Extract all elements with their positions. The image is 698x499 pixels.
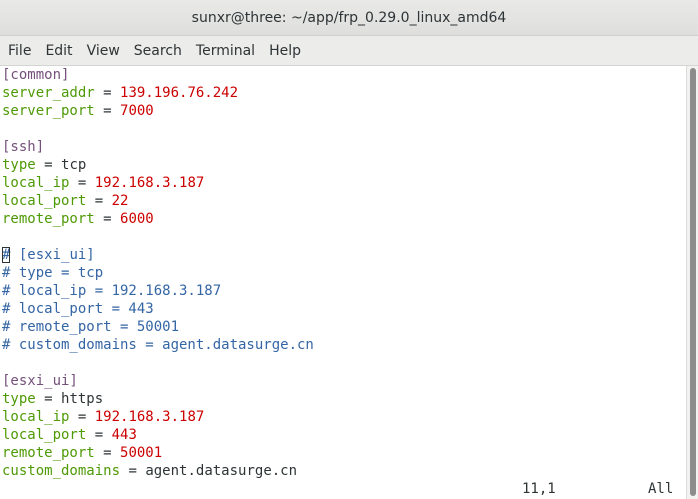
config-value: agent.datasurge.cn	[145, 463, 298, 479]
editor-line: # local_port = 443	[0, 300, 686, 318]
editor-line: # custom_domains = agent.datasurge.cn	[0, 336, 686, 354]
window-title: sunxr@three: ~/app/frp_0.29.0_linux_amd6…	[191, 9, 507, 26]
section-header: [common]	[2, 67, 70, 83]
comment-text: [esxi_ui]	[10, 247, 95, 263]
editor-line: local_port = 443	[0, 426, 686, 444]
comment-text: # local_port = 443	[2, 301, 154, 317]
config-key: type	[2, 391, 36, 407]
menu-file[interactable]: File	[1, 37, 38, 65]
equals-sign: =	[94, 103, 121, 119]
editor-line: # type = tcp	[0, 264, 686, 282]
equals-sign: =	[69, 409, 95, 425]
config-value: 50001	[120, 445, 163, 461]
editor-line: # remote_port = 50001	[0, 318, 686, 336]
equals-sign: =	[86, 193, 112, 209]
config-value: tcp	[61, 157, 87, 173]
section-header: [ssh]	[2, 139, 45, 155]
config-value: 192.168.3.187	[94, 409, 205, 425]
window-titlebar[interactable]: sunxr@three: ~/app/frp_0.29.0_linux_amd6…	[0, 0, 698, 36]
editor-line: server_addr = 139.196.76.242	[0, 84, 686, 102]
terminal-area[interactable]: [common] server_addr = 139.196.76.242 serv…	[0, 66, 686, 499]
menu-terminal[interactable]: Terminal	[189, 37, 262, 65]
editor-line: local_port = 22	[0, 192, 686, 210]
comment-text: # custom_domains = agent.datasurge.cn	[2, 337, 314, 353]
cursor-position: 11,1	[522, 481, 556, 497]
equals-sign: =	[94, 211, 121, 227]
config-value: 6000	[120, 211, 154, 227]
equals-sign: =	[94, 445, 121, 461]
config-key: server_addr	[2, 85, 95, 101]
menu-bar: File Edit View Search Terminal Help	[0, 36, 698, 66]
menu-help[interactable]: Help	[262, 37, 308, 65]
editor-line: [common]	[0, 66, 686, 84]
config-value: https	[61, 391, 104, 407]
editor-line: [esxi_ui]	[0, 372, 686, 390]
menu-search[interactable]: Search	[127, 37, 189, 65]
config-value: 7000	[120, 103, 154, 119]
config-key: remote_port	[2, 211, 95, 227]
config-key: type	[2, 157, 36, 173]
editor-line: local_ip = 192.168.3.187	[0, 408, 686, 426]
equals-sign: =	[69, 175, 95, 191]
scroll-indicator: All	[648, 481, 674, 497]
config-key: local_ip	[2, 409, 70, 425]
vim-status-line: 11,1 All	[0, 480, 686, 498]
config-value: 22	[111, 193, 129, 209]
comment-text: # type = tcp	[2, 265, 104, 281]
scrollbar-thumb[interactable]	[690, 68, 696, 496]
equals-sign: =	[94, 85, 121, 101]
editor-line: type = tcp	[0, 156, 686, 174]
config-key: local_port	[2, 427, 87, 443]
editor-line: # local_ip = 192.168.3.187	[0, 282, 686, 300]
equals-sign: =	[35, 391, 62, 407]
editor-line: remote_port = 6000	[0, 210, 686, 228]
comment-text: # local_ip = 192.168.3.187	[2, 283, 222, 299]
editor-line: remote_port = 50001	[0, 444, 686, 462]
editor-line: server_port = 7000	[0, 102, 686, 120]
editor-line: # [esxi_ui]	[0, 246, 686, 264]
menu-view[interactable]: View	[80, 37, 127, 65]
section-header: [esxi_ui]	[2, 373, 78, 389]
editor-line: type = https	[0, 390, 686, 408]
config-key: remote_port	[2, 445, 95, 461]
editor-line: custom_domains = agent.datasurge.cn	[0, 462, 686, 480]
equals-sign: =	[86, 427, 112, 443]
comment-text: # remote_port = 50001	[2, 319, 180, 335]
menu-edit[interactable]: Edit	[38, 37, 79, 65]
config-value: 139.196.76.242	[120, 85, 239, 101]
config-key: local_ip	[2, 175, 70, 191]
config-key: server_port	[2, 103, 95, 119]
equals-sign: =	[120, 463, 146, 479]
equals-sign: =	[35, 157, 62, 173]
config-key: local_port	[2, 193, 87, 209]
config-key: custom_domains	[2, 463, 121, 479]
scrollbar[interactable]	[686, 66, 698, 499]
editor-line: local_ip = 192.168.3.187	[0, 174, 686, 192]
editor-line: [ssh]	[0, 138, 686, 156]
config-value: 443	[111, 427, 137, 443]
config-value: 192.168.3.187	[94, 175, 205, 191]
